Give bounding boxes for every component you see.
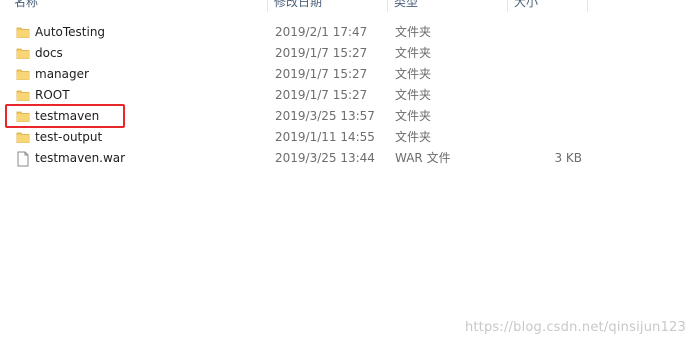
file-type: 文件夹 [395,109,432,123]
file-row[interactable]: test-output 2019/1/11 14:55 文件夹 [0,127,694,148]
file-name: docs [35,46,63,60]
file-size [520,127,582,148]
file-list: AutoTesting 2019/2/1 17:47 文件夹 docs 2019… [0,22,694,169]
file-name: AutoTesting [35,25,106,39]
file-date-modified: 2019/1/7 15:27 [275,46,368,60]
file-date-modified: 2019/1/7 15:27 [275,88,368,102]
file-type: 文件夹 [395,46,432,60]
file-size [520,106,582,127]
file-name: testmaven [35,109,100,123]
folder-icon [16,25,30,39]
file-type: 文件夹 [395,130,432,144]
file-date-modified: 2019/1/11 14:55 [275,130,375,144]
file-type: WAR 文件 [395,151,451,165]
file-size [520,64,582,85]
file-type: 文件夹 [395,25,432,39]
column-header-size[interactable]: 大小 [508,0,588,12]
file-name: manager [35,67,89,81]
file-name: testmaven.war [35,151,126,165]
file-row[interactable]: docs 2019/1/7 15:27 文件夹 [0,43,694,64]
file-row[interactable]: testmaven.war 2019/3/25 13:44 WAR 文件 3 K… [0,148,694,169]
folder-icon [16,109,30,123]
file-name: ROOT [35,88,70,102]
file-row[interactable]: manager 2019/1/7 15:27 文件夹 [0,64,694,85]
file-name: test-output [35,130,103,144]
file-explorer-window: 名称 修改日期 类型 大小 AutoTesting 2019/2/1 17:47… [0,0,694,343]
file-size: 3 KB [554,151,582,165]
file-date-modified: 2019/2/1 17:47 [275,25,368,39]
file-icon [16,151,30,167]
file-type: 文件夹 [395,67,432,81]
column-header-type[interactable]: 类型 [388,0,508,12]
column-header-date-modified[interactable]: 修改日期 [268,0,388,12]
folder-icon [16,67,30,81]
file-size [520,85,582,106]
file-date-modified: 2019/1/7 15:27 [275,67,368,81]
file-size [520,43,582,64]
file-row[interactable]: testmaven 2019/3/25 13:57 文件夹 [0,106,694,127]
column-header: 名称 修改日期 类型 大小 [0,0,694,12]
file-date-modified: 2019/3/25 13:57 [275,109,375,123]
file-row[interactable]: AutoTesting 2019/2/1 17:47 文件夹 [0,22,694,43]
folder-icon [16,130,30,144]
file-size [520,22,582,43]
watermark: https://blog.csdn.net/qinsijun123 [464,320,686,335]
file-type: 文件夹 [395,88,432,102]
file-row[interactable]: ROOT 2019/1/7 15:27 文件夹 [0,85,694,106]
folder-icon [16,88,30,102]
column-header-name[interactable]: 名称 [8,0,268,12]
folder-icon [16,46,30,60]
file-date-modified: 2019/3/25 13:44 [275,151,375,165]
